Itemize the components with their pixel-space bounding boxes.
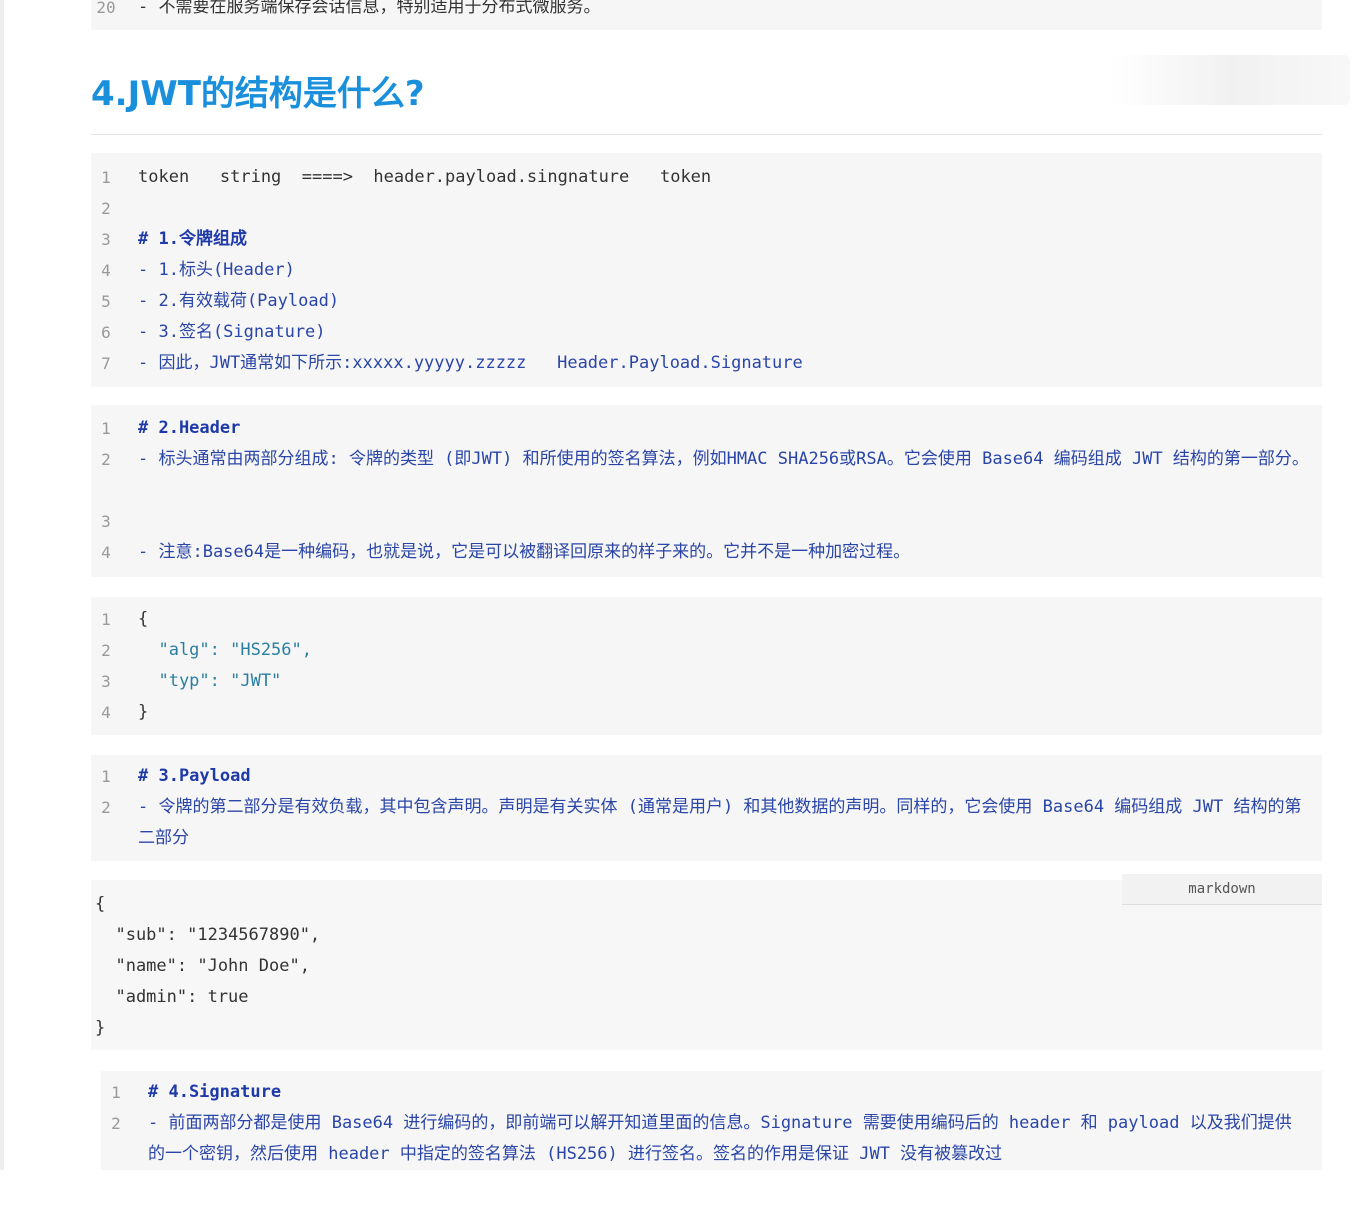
line-text: - 令牌的第二部分是有效负载，其中包含声明。声明是有关实体 (通常是用户) 和其… (138, 797, 1302, 848)
line-number: 4 (101, 703, 111, 722)
line-number: 7 (101, 354, 111, 373)
line-text: - 不需要在服务端保存会话信息，特别适用于分布式微服务。 (138, 0, 601, 17)
line-text: - 3.签名(Signature) (138, 322, 326, 342)
line-number: 5 (101, 292, 111, 311)
code-line: 3 (91, 506, 132, 537)
code-line: "name": "John Doe", (95, 956, 310, 976)
line-text: token string ====> header.payload.singna… (138, 167, 712, 187)
code-line: 4 } (91, 697, 148, 728)
line-number: 2 (111, 1114, 121, 1133)
line-text: - 前面两部分都是使用 Base64 进行编码的，即前端可以解开知道里面的信息。… (148, 1113, 1292, 1164)
line-number: 1 (101, 168, 111, 187)
heading-divider (91, 134, 1322, 135)
code-line: { (95, 894, 106, 914)
line-text: } (138, 702, 149, 722)
code-line: 1 # 3.Payload (91, 761, 250, 792)
code-line: 2 (91, 193, 132, 224)
line-text: - 2.有效载荷(Payload) (138, 291, 340, 311)
line-number: 3 (101, 512, 111, 531)
code-line: 2 - 标头通常由两部分组成: 令牌的类型 (即JWT) 和所使用的签名算法，例… (91, 444, 1309, 506)
code-line: 1 { (91, 604, 148, 635)
code-line: 3 "typ": "JWT" (91, 666, 281, 697)
line-number: 1 (111, 1083, 121, 1102)
line-number: 4 (101, 261, 111, 280)
code-block-token-structure: 1 token string ====> header.payload.sing… (91, 153, 1322, 387)
code-line: 2 - 令牌的第二部分是有效负载，其中包含声明。声明是有关实体 (通常是用户) … (91, 792, 1301, 854)
line-text: - 1.标头(Header) (138, 260, 295, 280)
line-text: # 2.Header (138, 418, 241, 438)
line-number: 3 (101, 672, 111, 691)
line-number: 1 (101, 610, 111, 629)
code-block-header-json: 1 { 2 "alg": "HS256", 3 "typ": "JWT" 4 } (91, 597, 1322, 735)
code-line: 20 - 不需要在服务端保存会话信息，特别适用于分布式微服务。 (91, 0, 600, 23)
code-line: 1 # 4.Signature (101, 1077, 281, 1108)
line-number: 6 (101, 323, 111, 342)
code-line: 3 # 1.令牌组成 (91, 224, 247, 255)
line-number: 2 (101, 641, 111, 660)
code-line: "sub": "1234567890", (95, 925, 321, 945)
code-line: 1 token string ====> header.payload.sing… (91, 162, 711, 193)
line-text: # 1.令牌组成 (138, 229, 247, 249)
code-line: "admin": true (95, 987, 249, 1007)
code-line: } (95, 1018, 106, 1038)
line-text: - 注意:Base64是一种编码，也就是说，它是可以被翻译回原来的样子来的。它并… (138, 542, 911, 562)
code-block-payload: 1 # 3.Payload 2 - 令牌的第二部分是有效负载，其中包含声明。声明… (91, 755, 1322, 861)
code-line: 1 # 2.Header (91, 413, 240, 444)
code-line: 2 "alg": "HS256", (91, 635, 312, 666)
watermark (1110, 55, 1350, 105)
line-text: - 标头通常由两部分组成: 令牌的类型 (即JWT) 和所使用的签名算法，例如H… (138, 449, 1309, 469)
language-tag[interactable]: markdown (1122, 874, 1322, 905)
line-number: 2 (101, 450, 111, 469)
code-line: 2 - 前面两部分都是使用 Base64 进行编码的，即前端可以解开知道里面的信… (101, 1108, 1292, 1170)
line-text: - 因此，JWT通常如下所示:xxxxx.yyyyy.zzzzz Header.… (138, 353, 803, 373)
line-number: 2 (101, 199, 111, 218)
code-line: 6 - 3.签名(Signature) (91, 317, 325, 348)
line-text: "typ": "JWT" (138, 671, 282, 691)
line-number: 20 (96, 0, 116, 17)
code-block-payload-json: markdown { "sub": "1234567890", "name": … (91, 874, 1322, 1050)
code-block-header: 1 # 2.Header 2 - 标头通常由两部分组成: 令牌的类型 (即JWT… (91, 405, 1322, 577)
line-number: 1 (101, 767, 111, 786)
line-number: 4 (101, 543, 111, 562)
line-number: 1 (101, 419, 111, 438)
line-number: 2 (101, 798, 111, 817)
line-number: 3 (101, 230, 111, 249)
line-text: # 4.Signature (148, 1082, 282, 1102)
line-text: "alg": "HS256", (138, 640, 312, 660)
line-text: # 3.Payload (138, 766, 251, 786)
code-block-top: 20 - 不需要在服务端保存会话信息，特别适用于分布式微服务。 (91, 0, 1322, 30)
code-line: 7 - 因此，JWT通常如下所示:xxxxx.yyyyy.zzzzz Heade… (91, 348, 803, 379)
code-line: 5 - 2.有效载荷(Payload) (91, 286, 339, 317)
section-heading: 4.JWT的结构是什么? (91, 74, 425, 114)
code-line: 4 - 1.标头(Header) (91, 255, 295, 286)
page-edge (0, 0, 4, 1170)
line-text: { (138, 609, 149, 629)
code-block-signature: 1 # 4.Signature 2 - 前面两部分都是使用 Base64 进行编… (101, 1071, 1322, 1170)
code-line: 4 - 注意:Base64是一种编码，也就是说，它是可以被翻译回原来的样子来的。… (91, 537, 910, 568)
